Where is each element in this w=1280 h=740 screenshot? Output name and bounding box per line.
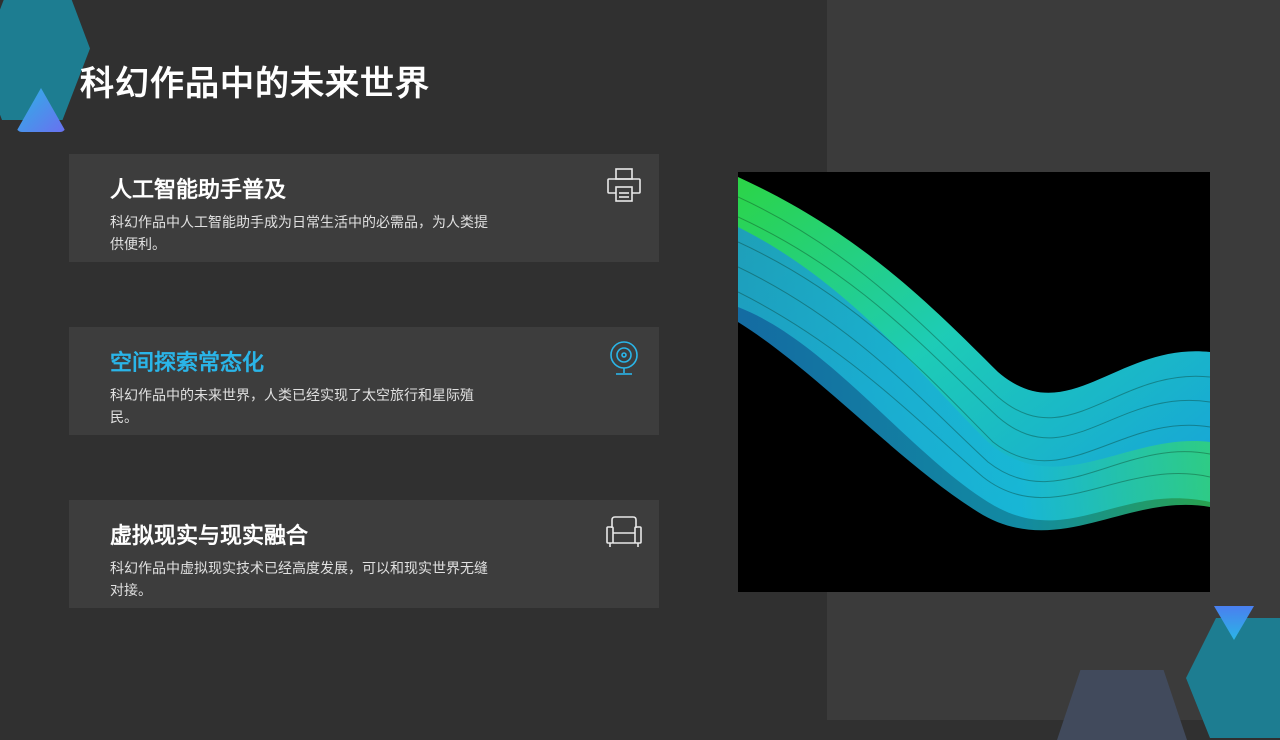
card-title: 人工智能助手普及 bbox=[110, 178, 287, 203]
card-description: 科幻作品中的未来世界，人类已经实现了太空旅行和星际殖民。 bbox=[110, 388, 474, 426]
abstract-wave-graphic bbox=[738, 177, 1210, 531]
hero-abstract-wave-image bbox=[738, 172, 1210, 592]
feature-card-space-exploration: 空间探索常态化 科幻作品中的未来世界，人类已经实现了太空旅行和星际殖民。 bbox=[69, 327, 659, 435]
feature-card-ai-assistant: 人工智能助手普及 科幻作品中人工智能助手成为日常生活中的必需品，为人类提供便利。 bbox=[69, 154, 659, 262]
card-description: 科幻作品中虚拟现实技术已经高度发展，可以和现实世界无缝对接。 bbox=[110, 561, 488, 599]
slide-title: 科幻作品中的未来世界 bbox=[80, 64, 430, 104]
printer-icon bbox=[607, 168, 641, 202]
webcam-icon bbox=[610, 341, 638, 375]
card-description: 科幻作品中人工智能助手成为日常生活中的必需品，为人类提供便利。 bbox=[110, 215, 488, 253]
card-title: 空间探索常态化 bbox=[110, 351, 265, 376]
sofa-icon bbox=[606, 516, 642, 547]
card-title: 虚拟现实与现实融合 bbox=[110, 524, 309, 549]
feature-card-virtual-reality: 虚拟现实与现实融合 科幻作品中虚拟现实技术已经高度发展，可以和现实世界无缝对接。 bbox=[69, 500, 659, 608]
